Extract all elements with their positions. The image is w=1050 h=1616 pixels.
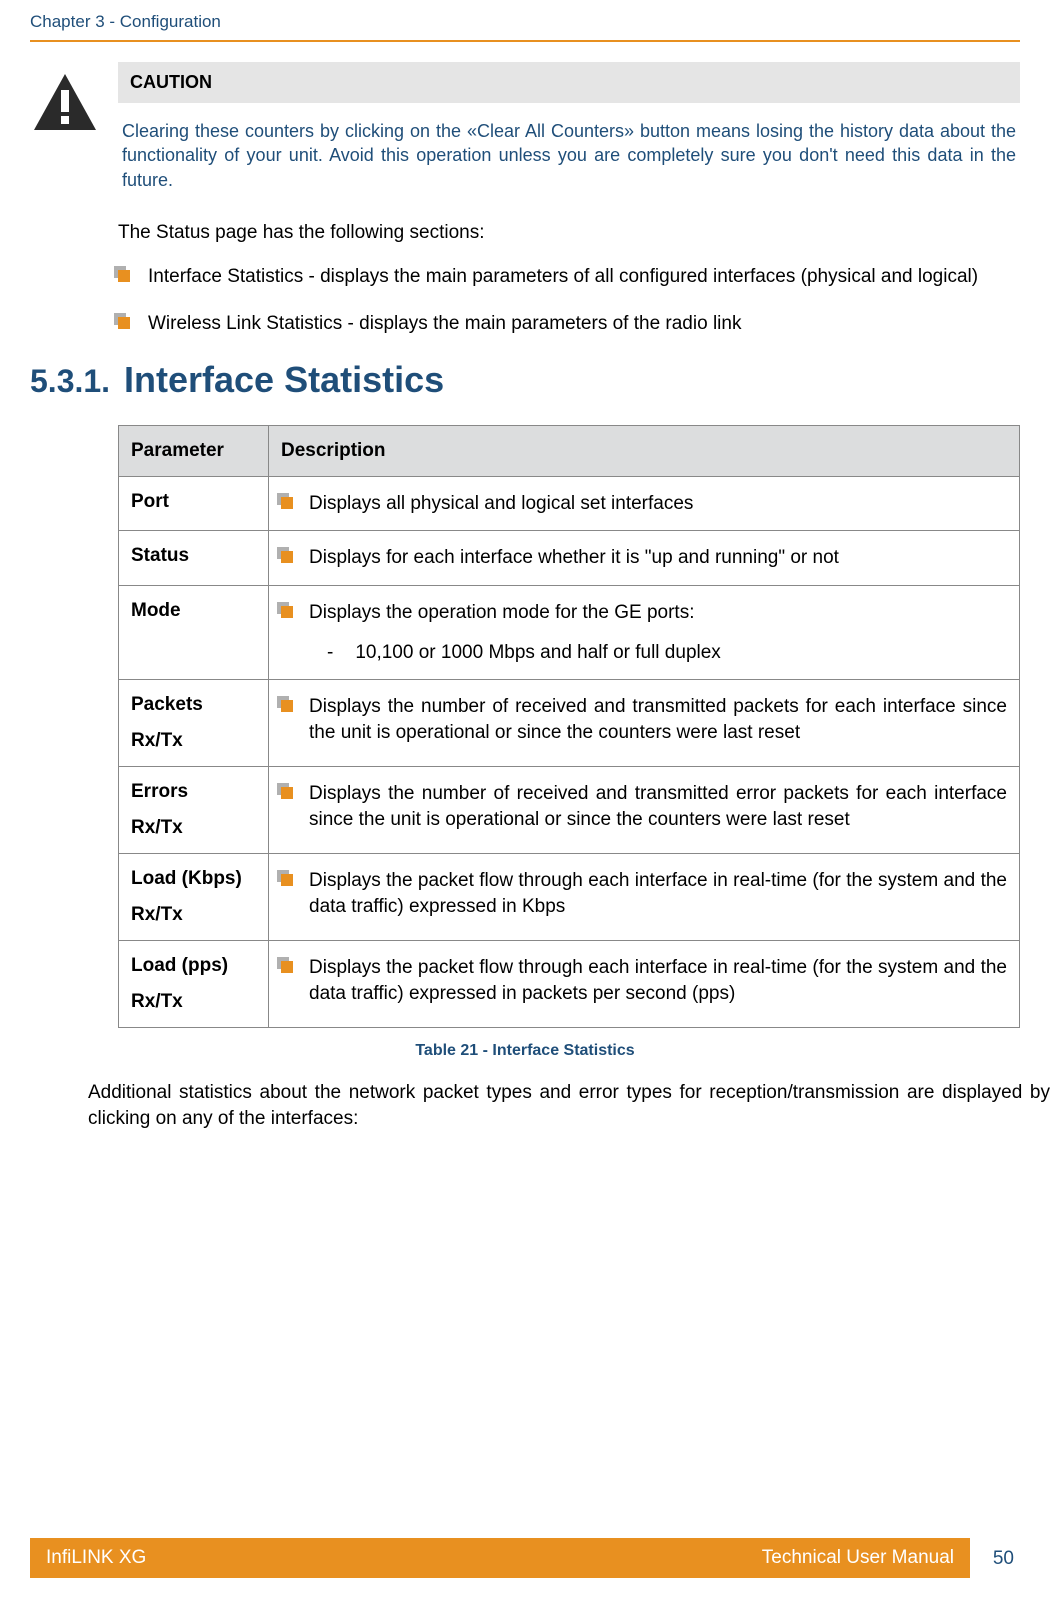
desc-cell: Displays the number of received and tran… <box>269 680 1020 767</box>
desc-cell: Displays the number of received and tran… <box>269 767 1020 854</box>
bullet-icon <box>281 497 293 509</box>
param-cell: Load (Kbps)Rx/Tx <box>119 854 269 941</box>
table-row: Load (Kbps)Rx/TxDisplays the packet flow… <box>119 854 1020 941</box>
table-row: StatusDisplays for each interface whethe… <box>119 531 1020 586</box>
param-cell: Port <box>119 476 269 531</box>
caution-text: Clearing these counters by clicking on t… <box>118 103 1020 196</box>
desc-cell: Displays the operation mode for the GE p… <box>269 586 1020 680</box>
caution-block: CAUTION Clearing these counters by click… <box>30 62 1020 196</box>
bullet-icon <box>281 874 293 886</box>
table-header-parameter: Parameter <box>119 425 269 476</box>
bullet-icon <box>281 551 293 563</box>
intro-bullets: Interface Statistics - displays the main… <box>118 264 1020 337</box>
section-title: Interface Statistics <box>124 359 444 401</box>
param-cell: Load (pps)Rx/Tx <box>119 941 269 1028</box>
table-row: ModeDisplays the operation mode for the … <box>119 586 1020 680</box>
desc-cell: Displays the packet flow through each in… <box>269 854 1020 941</box>
table-row: PortDisplays all physical and logical se… <box>119 476 1020 531</box>
table-row: PacketsRx/TxDisplays the number of recei… <box>119 680 1020 767</box>
bullet-icon <box>281 961 293 973</box>
caution-icon <box>30 70 100 140</box>
param-cell: Mode <box>119 586 269 680</box>
page-header: Chapter 3 - Configuration <box>0 0 1050 38</box>
bullet-item: Wireless Link Statistics - displays the … <box>118 311 1020 337</box>
bullet-icon <box>281 606 293 618</box>
table-row: Load (pps)Rx/TxDisplays the packet flow … <box>119 941 1020 1028</box>
desc-cell: Displays for each interface whether it i… <box>269 531 1020 586</box>
param-cell: PacketsRx/Tx <box>119 680 269 767</box>
interface-statistics-table: Parameter Description PortDisplays all p… <box>118 425 1020 1029</box>
param-cell: ErrorsRx/Tx <box>119 767 269 854</box>
table-row: ErrorsRx/TxDisplays the number of receiv… <box>119 767 1020 854</box>
desc-cell: Displays the packet flow through each in… <box>269 941 1020 1028</box>
footer-right: Technical User Manual <box>762 1547 954 1569</box>
bullet-icon <box>118 317 130 329</box>
bullet-item: Interface Statistics - displays the main… <box>118 264 1020 290</box>
page-number: 50 <box>993 1548 1014 1570</box>
footer-left: InfiLINK XG <box>46 1547 146 1569</box>
table-caption: Table 21 - Interface Statistics <box>0 1042 1050 1060</box>
intro-lead: The Status page has the following sectio… <box>118 220 1020 246</box>
section-heading: 5.3.1. Interface Statistics <box>30 359 1050 401</box>
closing-text: Additional statistics about the network … <box>88 1080 1050 1131</box>
bullet-icon <box>118 270 130 282</box>
bullet-icon <box>281 787 293 799</box>
bullet-text: Wireless Link Statistics - displays the … <box>148 311 741 337</box>
footer-bar: InfiLINK XG Technical User Manual <box>30 1538 970 1578</box>
table-header-description: Description <box>269 425 1020 476</box>
desc-cell: Displays all physical and logical set in… <box>269 476 1020 531</box>
bullet-text: Interface Statistics - displays the main… <box>148 264 978 290</box>
caution-label: CAUTION <box>118 62 1020 103</box>
bullet-icon <box>281 700 293 712</box>
param-cell: Status <box>119 531 269 586</box>
section-number: 5.3.1. <box>30 363 124 400</box>
